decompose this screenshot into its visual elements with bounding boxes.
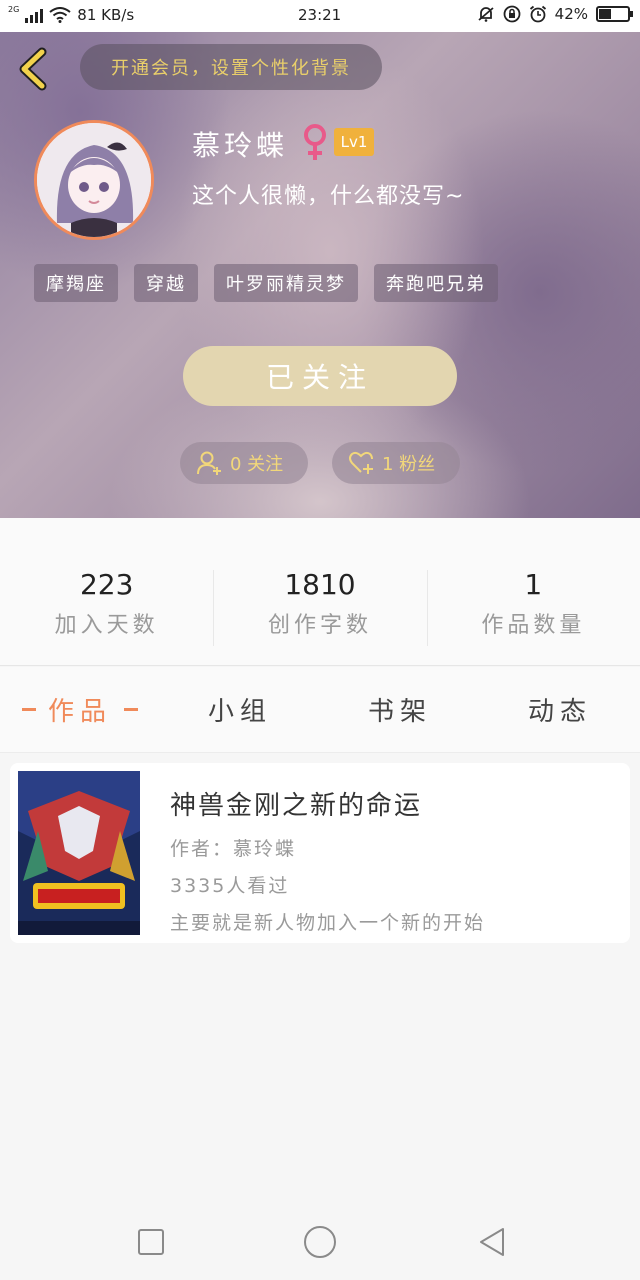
work-summary: 主要就是新人物加入一个新的开始 (170, 912, 486, 934)
tag-item[interactable]: 奔跑吧兄弟 (374, 264, 498, 302)
tab-bookshelf[interactable]: 书架 (320, 667, 480, 752)
work-title[interactable]: 神兽金刚之新的命运 (170, 785, 485, 822)
alarm-icon (529, 5, 546, 23)
fans-button[interactable]: 1 粉丝 (332, 442, 460, 484)
tab-label: 作品 (47, 697, 112, 727)
tab-label: 书架 (367, 697, 432, 727)
work-views: 3335人看过 (170, 875, 290, 897)
active-indicator (21, 708, 36, 711)
heart-plus-icon (349, 451, 373, 474)
level-badge: Lv1 (334, 128, 374, 156)
add-user-icon (197, 451, 221, 475)
tab-activity[interactable]: 动态 (480, 667, 640, 752)
profile-tabs: 作品 小组 书架 动态 (0, 667, 640, 753)
stat-value: 1 (524, 568, 543, 601)
follows-label: 0 关注 (230, 454, 284, 475)
network-type: 2G (8, 5, 20, 14)
stat-works-count: 1 作品数量 (426, 518, 640, 665)
system-nav-bar (0, 1200, 640, 1280)
rotation-lock-icon (503, 5, 521, 23)
tag-item[interactable]: 摩羯座 (34, 264, 118, 302)
stat-label: 创作字数 (267, 613, 372, 638)
profile-header: 开通会员，设置个性化背景 慕玲蝶 Lv1 这个人很懒，什么都没写~ 摩羯座 穿越… (0, 32, 640, 518)
back-arrow-icon[interactable] (14, 46, 54, 92)
fans-label: 1 粉丝 (382, 454, 436, 475)
tag-item[interactable]: 叶罗丽精灵梦 (214, 264, 358, 302)
stat-days-joined: 223 加入天数 (0, 518, 213, 665)
battery-icon (596, 6, 633, 22)
tab-works[interactable]: 作品 (0, 667, 160, 752)
wifi-icon (49, 7, 71, 23)
tab-label: 动态 (527, 697, 592, 727)
signal-icon (25, 7, 44, 23)
tag-item[interactable]: 穿越 (134, 264, 198, 302)
avatar-image (37, 123, 151, 237)
user-bio: 这个人很懒，什么都没写~ (192, 184, 465, 209)
status-right: 42% (477, 5, 633, 23)
stat-words-written: 1810 创作字数 (213, 518, 426, 665)
profile-stats: 223 加入天数 1810 创作字数 1 作品数量 (0, 518, 640, 666)
interest-tags: 摩羯座 穿越 叶罗丽精灵梦 奔跑吧兄弟 (34, 264, 498, 302)
work-list-item[interactable]: 神兽金刚之新的命运 作者：慕玲蝶 3335人看过 主要就是新人物加入一个新的开始 (10, 763, 630, 943)
nav-recent-icon[interactable] (135, 1226, 167, 1258)
tab-groups[interactable]: 小组 (160, 667, 320, 752)
username: 慕玲蝶 (192, 129, 289, 162)
active-indicator (124, 708, 138, 711)
vip-background-button[interactable]: 开通会员，设置个性化背景 (80, 44, 382, 90)
clock: 23:21 (298, 6, 342, 24)
stat-label: 作品数量 (481, 613, 586, 638)
stat-label: 加入天数 (54, 613, 159, 638)
status-bar: 2G 81 KB/s 23:21 42% (0, 0, 640, 32)
stat-value: 223 (79, 568, 134, 601)
avatar[interactable] (34, 120, 154, 240)
network-speed: 81 KB/s (77, 6, 135, 24)
work-info: 神兽金刚之新的命运 作者：慕玲蝶 3335人看过 主要就是新人物加入一个新的开始 (170, 785, 485, 935)
tab-label: 小组 (207, 697, 272, 727)
nav-back-icon[interactable] (476, 1226, 508, 1258)
female-icon (304, 124, 326, 160)
work-cover-image (18, 771, 140, 935)
follows-button[interactable]: 0 关注 (180, 442, 308, 484)
follow-button[interactable]: 已关注 (183, 346, 457, 406)
work-author: 作者：慕玲蝶 (170, 838, 297, 860)
nav-home-icon[interactable] (302, 1224, 338, 1260)
status-left: 2G 81 KB/s (8, 5, 135, 25)
battery-percent: 42% (554, 5, 588, 23)
mute-bell-icon (478, 7, 494, 22)
stat-value: 1810 (284, 568, 356, 601)
